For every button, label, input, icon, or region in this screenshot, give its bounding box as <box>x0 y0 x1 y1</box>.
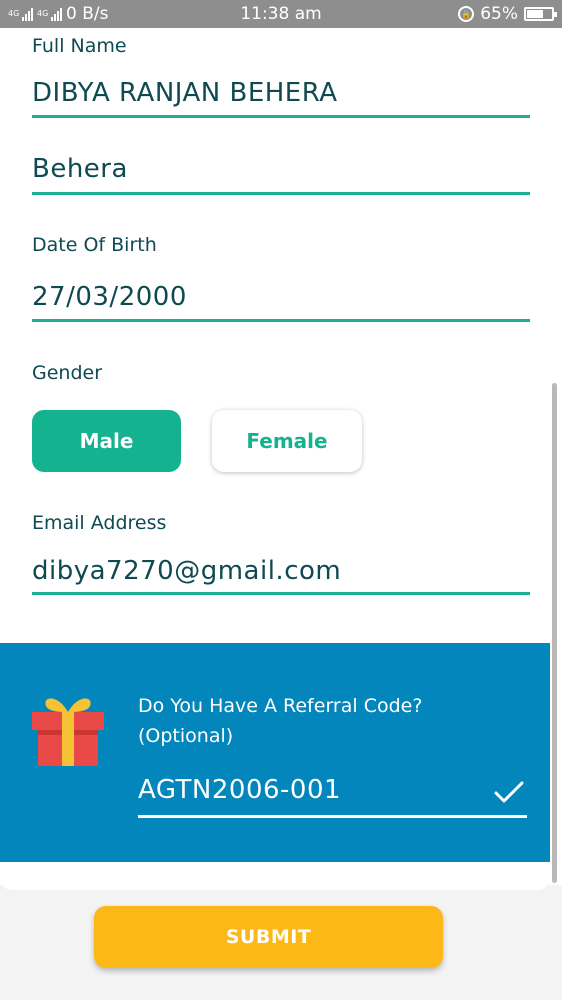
dob-underline <box>32 319 530 322</box>
referral-section: Do You Have A Referral Code? (Optional) … <box>0 643 550 862</box>
scrollbar[interactable] <box>552 383 557 883</box>
full-name-input[interactable]: DIBYA RANJAN BEHERA <box>32 78 338 108</box>
signal-icon <box>22 7 33 21</box>
gender-label: Gender <box>32 362 103 384</box>
last-name-input[interactable]: Behera <box>32 154 128 184</box>
email-underline <box>32 592 530 595</box>
gender-male-button[interactable]: Male <box>32 410 181 472</box>
battery-fill <box>527 10 543 18</box>
status-left: 4G 4G 0 B/s <box>8 4 458 24</box>
referral-underline <box>138 815 527 818</box>
battery-icon <box>524 7 557 21</box>
last-name-underline <box>32 192 530 195</box>
full-name-label: Full Name <box>32 35 127 57</box>
rotation-lock-icon: 🔒 <box>458 6 475 22</box>
email-input[interactable]: dibya7270@gmail.com <box>32 556 341 586</box>
network-type-1: 4G <box>8 9 20 18</box>
referral-code-input[interactable]: AGTN2006-001 <box>138 775 341 805</box>
network-speed: 0 B/s <box>66 4 109 24</box>
check-icon <box>494 781 524 803</box>
full-name-underline <box>32 115 530 118</box>
email-label: Email Address <box>32 512 167 534</box>
status-right: 🔒 65% <box>458 4 557 24</box>
submit-button[interactable]: SUBMIT <box>94 906 443 968</box>
gender-female-button[interactable]: Female <box>212 410 362 472</box>
status-bar: 4G 4G 0 B/s 11:38 am 🔒 65% <box>0 0 562 28</box>
dob-input[interactable]: 27/03/2000 <box>32 282 187 312</box>
referral-title-line2: (Optional) <box>138 725 234 747</box>
referral-title: Do You Have A Referral Code? (Optional) <box>138 691 518 751</box>
gift-icon <box>32 698 104 766</box>
network-type-2: 4G <box>37 9 49 18</box>
signal-icon-2 <box>51 7 62 21</box>
battery-percent: 65% <box>480 4 518 24</box>
dob-label: Date Of Birth <box>32 234 157 256</box>
form-card-bottom <box>0 862 550 890</box>
referral-title-line1: Do You Have A Referral Code? <box>138 695 423 717</box>
